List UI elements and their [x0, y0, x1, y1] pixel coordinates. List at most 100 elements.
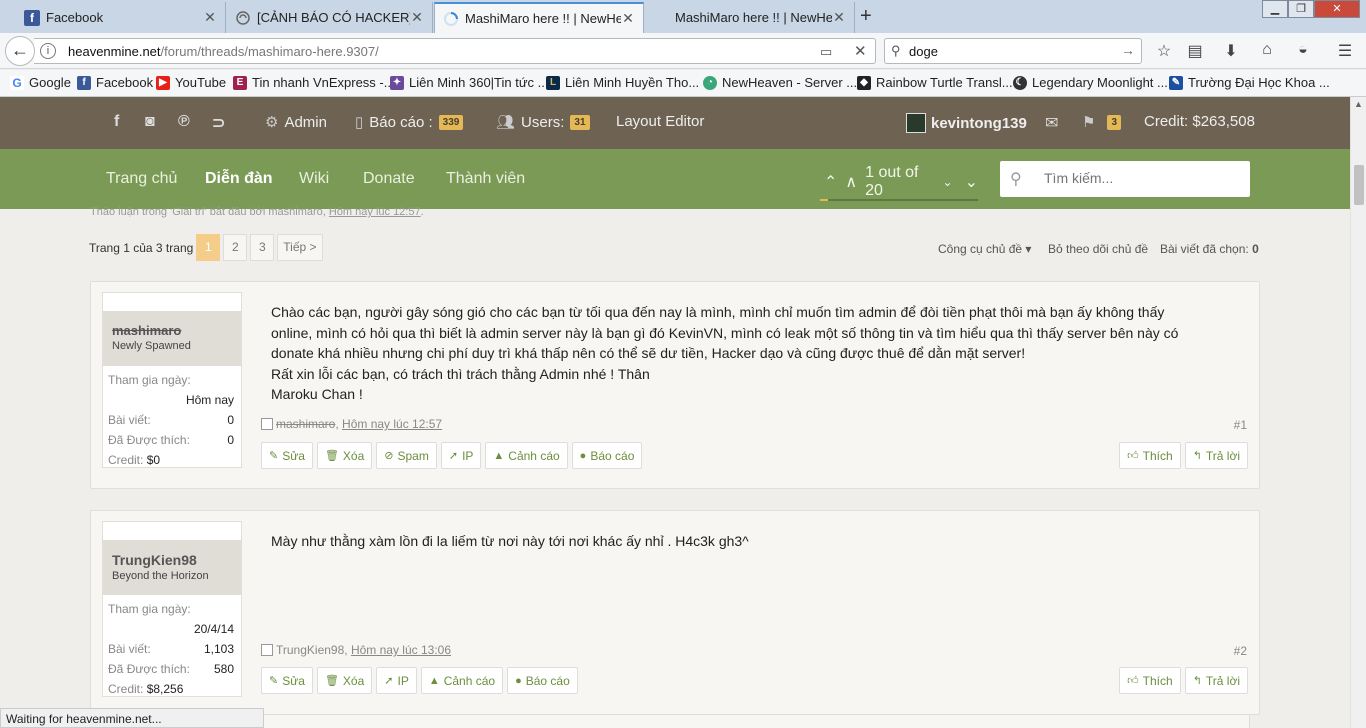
pinterest-icon[interactable]: ℗	[178, 113, 190, 131]
close-window-button[interactable]: ✕	[1314, 0, 1360, 18]
report-button[interactable]: ● Báo cáo	[571, 442, 643, 469]
post-time[interactable]: Hôm nay lúc 13:06	[351, 643, 451, 657]
forum-search-input[interactable]	[1044, 170, 1234, 186]
close-icon[interactable]: ✕	[621, 10, 635, 27]
instagram-icon[interactable]: ◙	[145, 113, 155, 131]
home-icon[interactable]: ⌂	[1257, 41, 1277, 59]
edit-button[interactable]: ✎ Sửa	[261, 667, 313, 694]
forum-search[interactable]: ⚲	[1000, 161, 1250, 197]
page-3[interactable]: 3	[250, 234, 275, 261]
reader-view-icon[interactable]: ▭	[820, 44, 832, 60]
bookmark-youtube[interactable]: ▶ YouTube	[156, 75, 226, 90]
bookmark-rainbow-turtle[interactable]: ◆ Rainbow Turtle Transl...	[857, 75, 1013, 90]
select-post-checkbox[interactable]	[261, 418, 273, 430]
author-link[interactable]: TrungKien98	[276, 643, 344, 657]
bookmark-facebook[interactable]: f Facebook	[77, 75, 153, 90]
thread-tools-dropdown[interactable]: Công cụ chủ đề ▾	[938, 242, 1031, 256]
url-text[interactable]: heavenmine.net/forum/threads/mashimaro-h…	[68, 44, 379, 59]
close-icon[interactable]: ✕	[832, 9, 846, 26]
user-account-link[interactable]: kevintong139	[906, 113, 1027, 133]
selected-posts[interactable]: Bài viết đã chọn: 0	[1160, 242, 1259, 256]
tab-hacker-warning[interactable]: [CẢNH BÁO CÓ HACKER] Ar ✕	[227, 2, 433, 33]
minimize-button[interactable]: ▁	[1262, 0, 1288, 18]
author-link[interactable]: mashimaro	[276, 417, 335, 431]
bookmark-university[interactable]: ✎ Trường Đại Học Khoa ...	[1169, 75, 1330, 90]
chevron-down-icon[interactable]: ⌄	[943, 175, 953, 189]
maximize-button[interactable]: ❐	[1288, 0, 1314, 18]
post-time[interactable]: Hôm nay lúc 12:57	[342, 417, 442, 431]
reply-button[interactable]: ↰ Trả lời	[1184, 442, 1248, 469]
ip-button[interactable]: ➚ IP	[376, 667, 417, 694]
info-icon[interactable]: i	[40, 43, 56, 59]
prev-post-icon[interactable]: ∧	[845, 172, 857, 192]
go-arrow-icon[interactable]: →	[1121, 42, 1135, 58]
edit-button[interactable]: ✎ Sửa	[261, 442, 313, 469]
inbox-icon[interactable]: ✉	[1045, 113, 1058, 133]
admin-link[interactable]: ⚙ Admin	[265, 113, 327, 132]
last-post-icon[interactable]: ⌄	[965, 172, 978, 192]
trash-icon: 🗑︎	[324, 450, 339, 462]
search-box[interactable]: ⚲ →	[884, 38, 1142, 64]
close-icon[interactable]: ✕	[410, 9, 424, 26]
warn-button[interactable]: ▲ Cảnh cáo	[485, 442, 568, 469]
username[interactable]: mashimaro	[112, 323, 241, 338]
nav-wiki[interactable]: Wiki	[299, 170, 329, 188]
bookmark-vnexpress[interactable]: E Tin nhanh VnExpress -...	[233, 75, 395, 90]
report-button[interactable]: ● Báo cáo	[507, 667, 578, 694]
tab-mashimaro[interactable]: MashiMaro here !! | NewHea ✕	[645, 2, 855, 33]
users-icon: 👥︎	[496, 114, 516, 131]
search-input[interactable]	[909, 42, 1109, 60]
tab-mashimaro-active[interactable]: MashiMaro here !! | NewHea ✕	[434, 2, 644, 33]
pocket-icon[interactable]: ◒	[1293, 41, 1313, 59]
close-icon[interactable]: ✕	[203, 9, 217, 26]
back-button[interactable]: ←	[5, 36, 35, 66]
bookmark-star-icon[interactable]: ☆	[1154, 41, 1174, 61]
delete-button[interactable]: 🗑︎ Xóa	[316, 442, 373, 469]
menu-icon[interactable]: ☰	[1335, 41, 1355, 61]
username[interactable]: TrungKien98	[112, 552, 241, 568]
layout-editor-link[interactable]: Layout Editor	[616, 113, 704, 130]
nav-forums[interactable]: Diễn đàn	[205, 170, 273, 188]
user-info: TrungKien98 Beyond the Horizon Tham gia …	[102, 521, 242, 697]
bookmark-lol[interactable]: L Liên Minh Huyền Tho...	[546, 75, 699, 90]
bookmark-newheaven[interactable]: ◔ NewHeaven - Server ...	[703, 75, 857, 90]
rss-icon[interactable]: ⊃	[212, 113, 225, 133]
reading-list-icon[interactable]: ▤	[1185, 41, 1205, 61]
warn-button[interactable]: ▲ Cảnh cáo	[420, 667, 504, 694]
ip-button[interactable]: ➚ IP	[440, 442, 482, 469]
post-number[interactable]: #2	[1234, 644, 1247, 658]
unwatch-thread-link[interactable]: Bỏ theo dõi chủ đề	[1048, 242, 1148, 256]
user-title: Beyond the Horizon	[112, 570, 209, 582]
page-scrollbar[interactable]: ▲	[1350, 97, 1366, 728]
bookmark-google[interactable]: G Google	[10, 75, 71, 90]
first-post-icon[interactable]: ⌃	[824, 172, 837, 192]
select-post-checkbox[interactable]	[261, 644, 273, 656]
next-page[interactable]: Tiếp >	[277, 234, 323, 261]
tab-title: [CẢNH BÁO CÓ HACKER] Ar	[257, 10, 410, 25]
download-icon[interactable]: ⬇	[1221, 41, 1241, 61]
spam-button[interactable]: ⊘ Spam	[376, 442, 437, 469]
page-2[interactable]: 2	[223, 234, 248, 261]
stop-icon[interactable]: ✕	[854, 42, 867, 60]
users-link[interactable]: 👥︎ Users: 31	[496, 113, 590, 131]
nav-donate[interactable]: Donate	[363, 170, 415, 188]
delete-button[interactable]: 🗑︎ Xóa	[316, 667, 373, 694]
reply-button[interactable]: ↰ Trả lời	[1184, 667, 1248, 694]
scroll-up-arrow-icon[interactable]: ▲	[1354, 99, 1363, 109]
reports-link[interactable]: ▯ Báo cáo :339	[355, 113, 464, 131]
like-button[interactable]: 👍︎ Thích	[1119, 442, 1181, 469]
alerts-link[interactable]: ⚑ 3	[1082, 113, 1122, 131]
bookmark-lm360[interactable]: ✦ Liên Minh 360|Tin tức ...	[390, 75, 549, 90]
like-button[interactable]: 👍︎ Thích	[1119, 667, 1181, 694]
bookmark-legendary-moonlight[interactable]: ☾ Legendary Moonlight ...	[1013, 75, 1168, 90]
scrollbar-thumb[interactable]	[1354, 165, 1364, 205]
nav-home[interactable]: Trang chủ	[106, 170, 177, 188]
address-bar[interactable]: i heavenmine.net/forum/threads/mashimaro…	[34, 38, 876, 64]
tab-facebook[interactable]: f Facebook ✕	[16, 2, 226, 33]
reply-icon: ↰	[1192, 450, 1202, 462]
page-1[interactable]: 1	[196, 234, 221, 261]
new-tab-button[interactable]: +	[860, 5, 872, 28]
nav-members[interactable]: Thành viên	[446, 170, 525, 188]
facebook-icon[interactable]: f	[114, 113, 119, 131]
post-number[interactable]: #1	[1234, 418, 1247, 432]
